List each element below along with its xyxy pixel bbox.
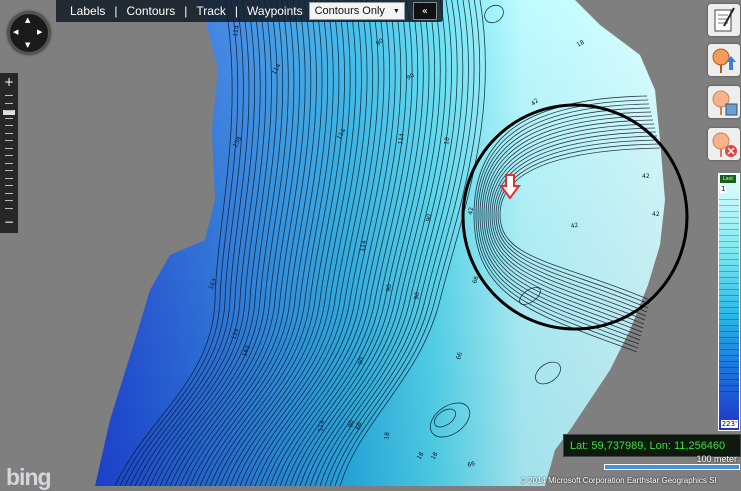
- legend-min-depth: 1: [720, 185, 727, 193]
- contour-depth-label: 42: [642, 173, 650, 180]
- view-mode-value: Contours Only: [314, 5, 385, 17]
- save-waypoint-button[interactable]: [708, 86, 740, 118]
- contour-depth-label: 66: [355, 421, 363, 430]
- pan-right-icon[interactable]: ▶: [37, 29, 42, 36]
- separator: |: [114, 4, 118, 18]
- zoom-tick: [5, 95, 13, 96]
- legend-scale-lines: [719, 194, 739, 394]
- pan-up-icon[interactable]: ▲: [25, 17, 30, 24]
- contour-depth-label: 90: [425, 213, 433, 222]
- zoom-tick: [5, 102, 13, 104]
- zoom-tick: [5, 207, 13, 209]
- track-toggle[interactable]: Track: [196, 4, 226, 18]
- scale-bar-line: [604, 464, 740, 470]
- contour-depth-label: 42: [570, 222, 579, 230]
- depth-map[interactable]: 1141141141141141381631631141149090909090…: [0, 0, 741, 486]
- depth-legend: Last 1 223': [718, 173, 740, 431]
- zoom-tick: [5, 177, 13, 179]
- zoom-tick: [5, 110, 13, 111]
- zoom-tick: [5, 117, 13, 119]
- zoom-tick: [5, 162, 13, 164]
- labels-toggle[interactable]: Labels: [70, 4, 105, 18]
- contour-depth-label: 90: [347, 419, 355, 428]
- view-mode-select[interactable]: Contours Only ▼: [308, 2, 405, 20]
- contour-depth-label: 18: [383, 431, 391, 440]
- scale-label: 100 meter: [696, 454, 737, 464]
- separator: |: [184, 4, 188, 18]
- pan-left-icon[interactable]: ◀: [13, 29, 18, 36]
- zoom-out-icon: −: [3, 215, 15, 229]
- copyright-notice: © 2014 Microsoft Corporation Earthstar G…: [520, 476, 717, 485]
- zoom-tick: [5, 132, 13, 134]
- separator: |: [234, 4, 239, 18]
- zoom-tick: [5, 185, 13, 186]
- zoom-tick: [5, 147, 13, 149]
- contour-depth-label: 18: [443, 136, 451, 145]
- zoom-tick: [5, 170, 13, 171]
- contours-toggle[interactable]: Contours: [127, 4, 176, 18]
- marker-delete-icon: [712, 132, 737, 157]
- zoom-tick: [5, 200, 13, 201]
- scale-bar: 100 meter: [604, 454, 741, 470]
- chevron-down-icon: ▼: [392, 7, 400, 15]
- waypoints-toggle[interactable]: Waypoints: [247, 4, 303, 18]
- layer-toolbar: Labels | Contours | Track | Waypoints Co…: [56, 0, 443, 22]
- notes-button[interactable]: [708, 4, 740, 36]
- contour-depth-label: 90: [413, 291, 421, 300]
- notepad-pen-icon: [714, 7, 735, 32]
- delete-waypoint-button[interactable]: [708, 128, 740, 160]
- legend-max-depth: 223': [720, 420, 738, 428]
- zoom-tick: [5, 140, 13, 141]
- pan-control[interactable]: ▲ ▼ ◀ ▶: [8, 12, 50, 54]
- pan-down-icon[interactable]: ▼: [25, 42, 30, 49]
- bing-logo: bing: [6, 464, 52, 490]
- contour-depth-label: 90: [385, 283, 393, 292]
- zoom-in-icon: +: [3, 75, 15, 89]
- marker-upload-icon: [712, 48, 736, 73]
- contour-depth-label: 90: [357, 356, 365, 365]
- zoom-tick: [5, 192, 13, 194]
- marker-save-icon: [712, 90, 738, 116]
- zoom-out-button[interactable]: −: [2, 215, 16, 229]
- legend-tag: Last: [720, 175, 736, 183]
- upload-waypoint-button[interactable]: [708, 44, 740, 76]
- contour-depth-label: 42: [652, 211, 660, 218]
- zoom-slider[interactable]: + −: [0, 73, 18, 233]
- zoom-tick: [5, 155, 13, 156]
- double-chevron-left-icon: «: [421, 5, 428, 17]
- collapse-toolbar-button[interactable]: «: [412, 2, 437, 20]
- zoom-in-button[interactable]: +: [2, 75, 16, 89]
- zoom-tick: [5, 125, 13, 126]
- contour-depth-label: 42: [467, 206, 475, 215]
